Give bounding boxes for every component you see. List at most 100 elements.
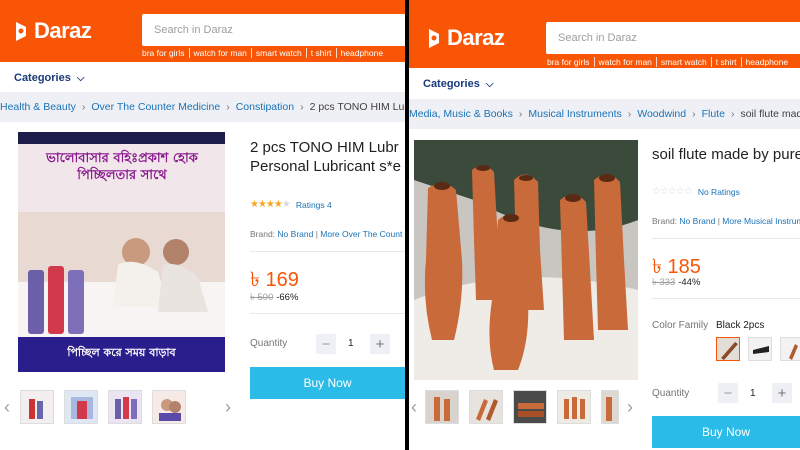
rating-stars-icon: ☆☆☆☆☆ [652,186,693,197]
breadcrumb-separator-icon: › [226,101,230,113]
divider [652,298,800,299]
search-input[interactable]: Search in Daraz [142,14,405,46]
next-thumb-arrow-icon[interactable]: › [627,397,633,418]
buy-now-button[interactable]: Buy Now [652,416,800,448]
product-rating: ☆☆☆☆☆ No Ratings [652,186,740,197]
next-thumb-arrow-icon[interactable]: › [225,397,231,418]
brand-link[interactable]: No Brand [277,229,313,239]
quantity-value[interactable]: 1 [348,338,354,349]
divider [652,238,800,239]
rating-stars-icon: ★★★★★ [250,199,291,210]
breadcrumb: Health & Beauty › Over The Counter Medici… [0,92,405,122]
thumbnail-image[interactable] [469,390,503,424]
chevron-down-icon: ⌵ [76,72,85,84]
prev-thumb-arrow-icon[interactable]: ‹ [411,397,417,418]
suggestion-link[interactable]: watch for man [595,57,657,67]
product-title: soil flute made by pure [652,146,800,163]
quantity-plus-button[interactable]: + [772,383,792,403]
breadcrumb-separator-icon: › [81,101,86,113]
header-bar: Daraz Search in Daraz bra for girls watc… [0,0,405,64]
breadcrumb-current: 2 pcs TONO HIM Lubrican [309,101,405,113]
breadcrumb-separator-icon: › [730,108,735,120]
discount-badge: -44% [678,277,701,288]
thumbnail-image[interactable] [64,390,98,424]
divider [250,313,405,314]
quantity-label: Quantity [250,338,288,349]
thumbnail-image[interactable] [20,390,54,424]
color-swatch[interactable] [748,337,772,361]
daraz-bag-icon [429,29,439,48]
ratings-link[interactable]: Ratings 4 [296,200,332,210]
suggestion-link[interactable]: headphone [742,57,793,67]
breadcrumb-link[interactable]: Woodwind [637,108,686,120]
suggestion-link[interactable]: bra for girls [142,48,190,58]
categories-menu[interactable]: Categories ⌵ [0,62,405,94]
quantity-minus-button[interactable]: − [316,334,336,354]
divider [250,251,405,252]
color-family-label: Color Family [652,320,709,331]
thumbnail-image[interactable] [557,390,591,424]
suggestion-link[interactable]: smart watch [657,57,712,67]
breadcrumb-current: soil flute made by p [740,108,800,120]
suggestion-link[interactable]: bra for girls [547,57,595,67]
search-suggestions: bra for girls watch for man smart watch … [547,57,792,67]
image-text-bottom: পিচ্ছিল করে সময় বাড়াব [67,346,176,359]
thumbnail-image[interactable] [108,390,142,424]
breadcrumb-link[interactable]: Constipation [236,101,294,113]
breadcrumb-separator-icon: › [300,101,304,113]
breadcrumb-link[interactable]: Flute [702,108,725,120]
clay-flute-photo [414,140,638,380]
quantity-label: Quantity [652,388,690,399]
breadcrumb-separator-icon: › [518,108,523,120]
more-from-brand-link[interactable]: More Musical Instrum [722,216,800,226]
brand-link[interactable]: No Brand [679,216,715,226]
chevron-down-icon: ⌵ [485,78,494,90]
thumbnail-strip [20,390,196,424]
ratings-link[interactable]: No Ratings [698,187,740,197]
suggestion-link[interactable]: watch for man [190,48,252,58]
header-bar: Daraz Search in Daraz bra for girls watc… [409,0,800,70]
brand-row: Brand: No Brand | More Over The Count [250,229,403,239]
product-image[interactable]: ভালোবাসার বহিঃপ্রকাশ হোক পিচ্ছিলতার সাথে… [18,132,225,372]
thumbnail-image[interactable] [513,390,547,424]
suggestion-link[interactable]: headphone [337,48,388,58]
suggestion-link[interactable]: t shirt [307,48,337,58]
product-image[interactable] [414,140,638,380]
quantity-plus-button[interactable]: + [370,334,390,354]
breadcrumb-link[interactable]: Over The Counter Medicine [91,101,220,113]
brand-row: Brand: No Brand | More Musical Instrum [652,216,800,226]
quantity-value[interactable]: 1 [750,388,756,399]
thumbnail-strip [425,390,629,424]
thumbnail-image[interactable] [152,390,186,424]
color-swatch[interactable] [780,337,800,361]
quantity-minus-button[interactable]: − [718,383,738,403]
search-suggestions: bra for girls watch for man smart watch … [142,48,387,58]
color-family-value: Black 2pcs [716,320,765,331]
image-text-top: ভালোবাসার বহিঃপ্রকাশ হোক পিচ্ছিলতার সাথে [46,151,198,183]
buy-now-button[interactable]: Buy Now [250,367,405,399]
discount-badge: -66% [276,292,299,303]
left-product-page: Daraz Search in Daraz bra for girls watc… [0,0,405,450]
daraz-bag-icon [16,22,26,41]
suggestion-link[interactable]: t shirt [712,57,742,67]
daraz-logo[interactable]: Daraz [12,18,92,44]
product-title: 2 pcs TONO HIM Lubr Personal Lubricant s… [250,139,401,175]
breadcrumb: Media, Music & Books › Musical Instrument… [409,99,800,129]
thumbnail-image[interactable] [601,390,619,424]
thumbnail-image[interactable] [425,390,459,424]
daraz-logo[interactable]: Daraz [425,25,505,51]
breadcrumb-separator-icon: › [692,108,696,120]
breadcrumb-link[interactable]: Health & Beauty [0,101,76,113]
categories-menu[interactable]: Categories ⌵ [409,68,800,100]
more-from-brand-link[interactable]: More Over The Count [320,229,402,239]
original-price: ৳ 500 -66% [250,292,299,303]
right-product-page: Daraz Search in Daraz bra for girls watc… [409,0,800,450]
original-price: ৳ 333 -44% [652,277,701,288]
prev-thumb-arrow-icon[interactable]: ‹ [4,397,10,418]
search-input[interactable]: Search in Daraz [546,22,800,54]
suggestion-link[interactable]: smart watch [252,48,307,58]
breadcrumb-link[interactable]: Musical Instruments [528,108,621,120]
breadcrumb-link[interactable]: Media, Music & Books [409,108,513,120]
product-rating: ★★★★★ Ratings 4 [250,199,332,210]
color-swatch[interactable] [716,337,740,361]
